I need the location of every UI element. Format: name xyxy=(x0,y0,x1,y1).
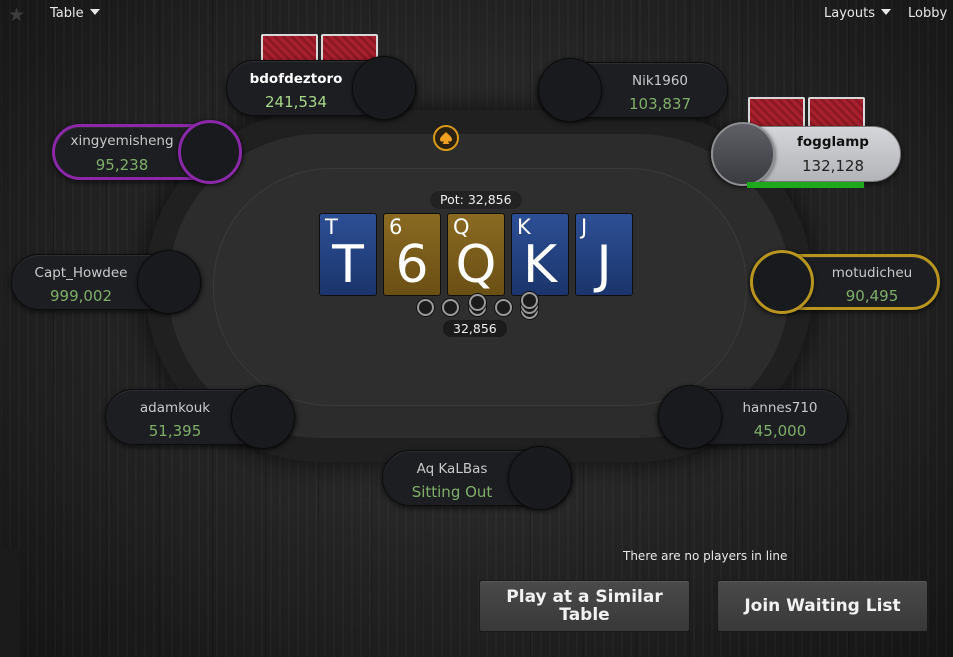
player-name: xingyemisheng xyxy=(70,133,174,149)
seat-hannes710[interactable]: hannes710 45,000 xyxy=(658,385,848,449)
layouts-menu-label: Layouts xyxy=(824,6,875,21)
dealer-button-icon xyxy=(433,125,459,151)
player-name: Capt_Howdee xyxy=(34,265,128,281)
pot-amount: 32,856 xyxy=(443,320,507,337)
card-rank-big: J xyxy=(596,235,612,295)
player-name: Nik1960 xyxy=(631,73,689,89)
seat-xingyemisheng[interactable]: xingyemisheng 95,238 xyxy=(52,120,242,184)
avatar xyxy=(352,56,416,120)
card-rank-big: K xyxy=(522,235,558,295)
chevron-down-icon xyxy=(880,8,891,15)
chevron-down-icon xyxy=(89,8,100,15)
seat-fogglamp[interactable]: fogglamp 132,128 xyxy=(711,122,901,188)
action-timer-bar xyxy=(747,182,864,188)
seat-nik1960[interactable]: Nik1960 103,837 xyxy=(538,58,728,122)
join-waiting-list-label: Join Waiting List xyxy=(744,596,901,616)
join-waiting-list-button[interactable]: Join Waiting List xyxy=(717,580,928,632)
favorite-star-icon[interactable]: ★ xyxy=(8,4,25,26)
player-name: Aq KaLBas xyxy=(416,461,488,477)
seat-adamkouk[interactable]: adamkouk 51,395 xyxy=(105,385,295,449)
avatar xyxy=(750,250,814,314)
table-menu[interactable]: Table xyxy=(50,6,100,21)
player-stack: 999,002 xyxy=(49,287,113,305)
player-name: fogglamp xyxy=(797,134,869,150)
spade-icon xyxy=(440,132,452,144)
lobby-link-label: Lobby xyxy=(908,6,948,21)
player-stack: 90,495 xyxy=(845,287,899,305)
player-stack: 103,837 xyxy=(628,95,692,113)
seat-aq-kalbas[interactable]: Aq KaLBas Sitting Out xyxy=(382,446,572,510)
player-stack: 95,238 xyxy=(95,156,149,174)
chip-icon xyxy=(469,294,486,311)
player-name: bdofdeztoro xyxy=(249,71,343,87)
lobby-link[interactable]: Lobby xyxy=(908,6,947,21)
player-name: motudicheu xyxy=(831,265,913,281)
avatar xyxy=(137,250,201,314)
avatar xyxy=(231,385,295,449)
player-name: adamkouk xyxy=(139,400,211,416)
play-similar-table-button[interactable]: Play at a Similar Table xyxy=(479,580,690,632)
board-card: K K xyxy=(511,213,569,296)
seat-motudicheu[interactable]: motudicheu 90,495 xyxy=(750,250,940,314)
chip-icon xyxy=(495,299,512,316)
board-card: T T xyxy=(319,213,377,296)
seat-bdofdeztoro[interactable]: bdofdeztoro 241,534 xyxy=(226,56,416,120)
chip-icon xyxy=(442,299,459,316)
seat-capt-howdee[interactable]: Capt_Howdee 999,002 xyxy=(11,250,201,314)
player-stack: 45,000 xyxy=(753,422,807,440)
board-card: Q Q xyxy=(447,213,505,296)
avatar xyxy=(658,385,722,449)
avatar xyxy=(711,122,775,186)
avatar xyxy=(538,58,602,122)
pot-total-label: Pot: 32,856 xyxy=(430,191,522,209)
player-stack: 241,534 xyxy=(264,93,328,111)
play-similar-table-label: Play at a Similar Table xyxy=(506,587,663,625)
board-card: J J xyxy=(575,213,633,296)
waitlist-status: There are no players in line xyxy=(623,549,788,563)
chip-icon xyxy=(521,292,538,309)
collapsed-side-panel[interactable] xyxy=(0,548,20,657)
card-rank-big: Q xyxy=(455,235,497,295)
card-rank-big: T xyxy=(332,235,364,295)
player-name: hannes710 xyxy=(742,400,818,416)
player-status: Sitting Out xyxy=(411,483,493,501)
board-card: 6 6 xyxy=(383,213,441,296)
player-stack: 51,395 xyxy=(148,422,202,440)
table-menu-label: Table xyxy=(50,6,84,21)
layouts-menu[interactable]: Layouts xyxy=(824,6,891,21)
player-stack: 132,128 xyxy=(801,157,865,175)
avatar xyxy=(178,120,242,184)
avatar xyxy=(508,446,572,510)
card-rank-big: 6 xyxy=(395,235,429,295)
chip-icon xyxy=(417,299,434,316)
